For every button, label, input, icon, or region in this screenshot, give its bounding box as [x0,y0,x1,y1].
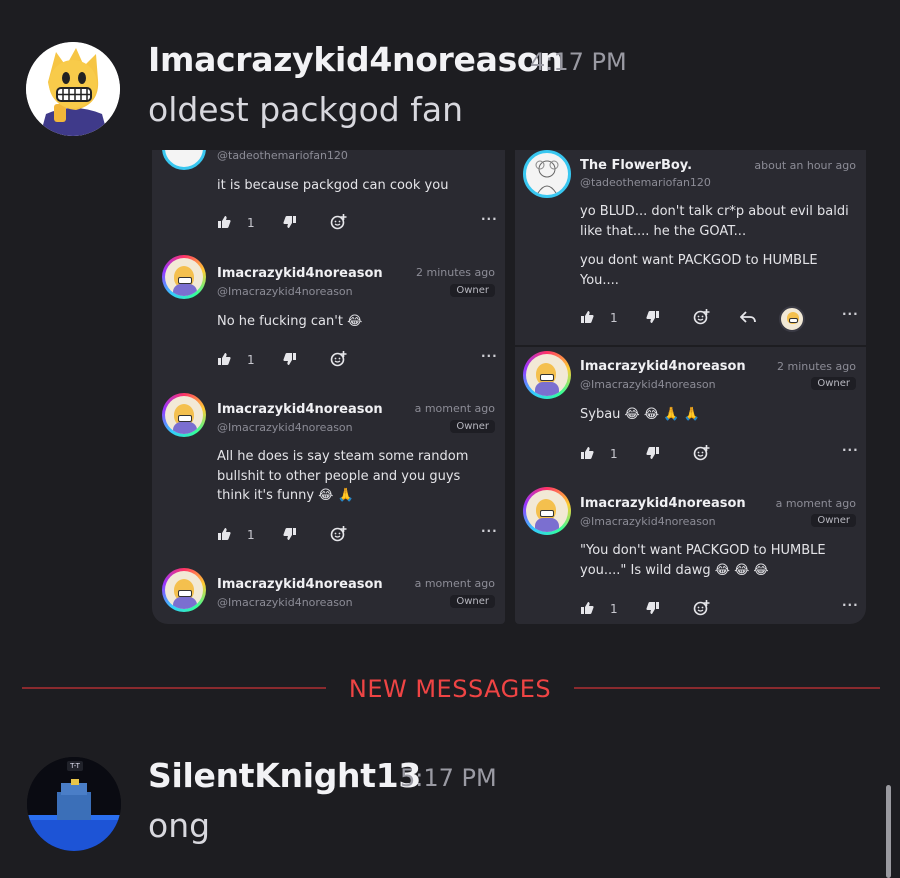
more-options-icon[interactable]: ··· [842,443,859,457]
comment-text: "You don't want PACKGOD to HUMBLE you...… [580,543,826,578]
comment-author: Imacrazykid4noreason [217,402,383,417]
comment-handle: @Imacrazykid4noreason [217,421,353,434]
dislike-icon[interactable] [283,527,297,541]
like-icon[interactable] [580,601,594,615]
dislike-icon[interactable] [646,446,660,460]
like-count: 1 [610,311,618,325]
comment-author: Imacrazykid4noreason [217,266,383,281]
dislike-icon[interactable] [646,601,660,615]
dislike-icon[interactable] [283,215,297,229]
add-reaction-icon[interactable] [693,444,710,461]
comment-actions: 1 ··· [580,306,860,332]
comment-author: Imacrazykid4noreason [217,577,383,592]
more-options-icon[interactable]: ··· [842,307,859,321]
like-icon[interactable] [580,446,594,460]
comment-handle: @Imacrazykid4noreason [580,378,716,391]
commenter-avatar [162,255,206,299]
like-count: 1 [247,528,255,542]
comment-time: about an hour ago [754,159,856,172]
comment-text: Sybau 😂 😂 🙏 🙏 [580,407,700,422]
add-reaction-icon[interactable] [693,599,710,616]
comment-actions: 1 ··· [217,349,498,372]
comment-text: yo BLUD... don't talk cr*p about evil ba… [580,204,849,239]
comment-text: it is because packgod can cook you [217,178,449,193]
attachment-image-left[interactable]: @tadeothemariofan120 it is because packg… [152,150,505,624]
avatar-badge-text: T-T [70,762,80,770]
user-avatar[interactable]: T-T [27,757,121,851]
like-icon[interactable] [217,352,231,366]
comment-actions: 1 ··· [580,598,860,621]
comment-time: a moment ago [414,402,495,415]
commenter-avatar [162,393,206,437]
owner-badge: Owner [450,284,495,297]
dislike-icon[interactable] [283,352,297,366]
commenter-avatar [162,568,206,612]
more-options-icon[interactable]: ··· [481,212,498,226]
comment-author: The FlowerBoy. [580,158,693,173]
owner-badge: Owner [450,420,495,433]
message-timestamp: 4:17 PM [530,48,627,76]
comment-actions: 1 ··· [217,212,498,235]
owner-badge: Owner [450,595,495,608]
add-reaction-icon[interactable] [330,213,347,230]
message-username[interactable]: Imacrazykid4noreason [148,40,563,79]
comment-handle: @Imacrazykid4noreason [217,285,353,298]
add-reaction-icon[interactable] [693,308,710,325]
comment-text: All he does is say steam some random bul… [217,449,469,503]
flower-sketch-icon [535,160,559,194]
message-text: oldest packgod fan [148,90,463,129]
comment-time: a moment ago [775,497,856,510]
more-options-icon[interactable]: ··· [481,524,498,538]
like-count: 1 [247,216,255,230]
owner-badge: Owner [811,514,856,527]
new-messages-label: NEW MESSAGES [348,675,552,703]
comment-handle: @tadeothemariofan120 [580,176,711,189]
avatar-blue-cube-icon [27,757,121,851]
comment-time: 2 minutes ago [777,360,856,373]
comment-actions: 1 ··· [580,443,860,466]
avatar-yellow-character-icon [26,42,120,136]
like-count: 1 [610,447,618,461]
comment-handle: @Imacrazykid4noreason [217,596,353,609]
comment-time: a moment ago [414,577,495,590]
message-username[interactable]: SilentKnight13 [148,756,421,795]
comment-author: Imacrazykid4noreason [580,359,746,374]
more-options-icon[interactable]: ··· [481,349,498,363]
comment-text: No he fucking can't 😂 [217,314,363,329]
message-timestamp: 5:17 PM [400,764,497,792]
commenter-avatar [523,351,571,399]
add-reaction-icon[interactable] [330,525,347,542]
owner-badge: Owner [811,377,856,390]
comment-time: 2 minutes ago [416,266,495,279]
like-count: 1 [610,602,618,616]
message-text: ong [148,806,211,845]
creator-heart-avatar [779,306,805,332]
comment-text: you dont want PACKGOD to HUMBLE You.... [580,253,818,288]
comment-actions: 1 ··· [217,524,498,547]
comment-author: Imacrazykid4noreason [580,496,746,511]
commenter-avatar [523,487,571,535]
comment-handle: @tadeothemariofan120 [217,150,348,162]
panel-divider [515,345,866,347]
commenter-avatar [162,150,206,170]
reply-icon[interactable] [740,310,756,324]
like-icon[interactable] [217,215,231,229]
dislike-icon[interactable] [646,310,660,324]
more-options-icon[interactable]: ··· [842,598,859,612]
scrollbar-thumb[interactable] [886,785,891,878]
like-icon[interactable] [217,527,231,541]
add-reaction-icon[interactable] [330,350,347,367]
like-count: 1 [247,353,255,367]
user-avatar[interactable] [26,42,120,136]
like-icon[interactable] [580,310,594,324]
comment-handle: @Imacrazykid4noreason [580,515,716,528]
attachment-image-right[interactable]: The FlowerBoy. @tadeothemariofan120 abou… [515,150,866,624]
commenter-avatar [523,150,571,198]
